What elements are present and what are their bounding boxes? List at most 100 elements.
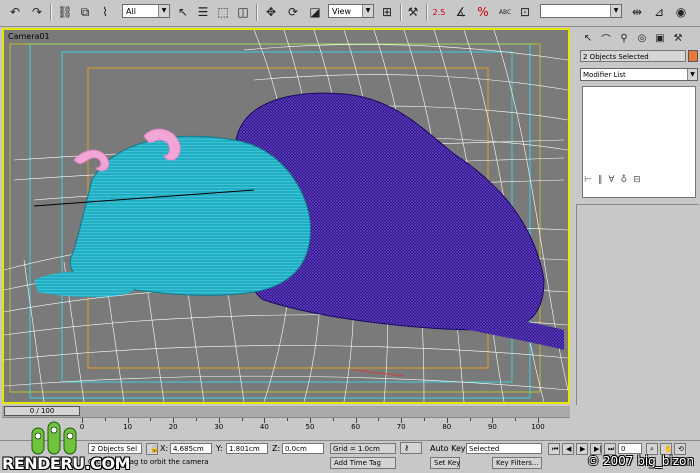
time-slider[interactable]: 0 / 100 bbox=[2, 406, 570, 417]
grid-size-field: Grid = 1.0cm bbox=[330, 443, 396, 454]
toolbar-separator bbox=[256, 4, 258, 21]
remove-modifier-icon[interactable]: ♁ bbox=[621, 175, 628, 189]
named-selection-dropdown[interactable]: ▼ bbox=[540, 4, 622, 18]
z-coordinate-field[interactable]: 0.0cm bbox=[282, 443, 324, 454]
time-slider-thumb[interactable]: 0 / 100 bbox=[4, 406, 80, 416]
y-coordinate-field[interactable]: 1.801cm bbox=[226, 443, 268, 454]
next-frame-icon[interactable]: ▶| bbox=[590, 443, 602, 455]
angle-snap-icon[interactable]: ∡ bbox=[452, 3, 470, 21]
add-time-tag-button[interactable]: Add Time Tag bbox=[330, 457, 396, 469]
select-and-link-icon[interactable]: ⛓ bbox=[56, 3, 74, 21]
main-toolbar: ↶ ↷ ⛓ ⧉ ⌇ All ▼ ↖ ☰ ⬚ ◫ ✥ ⟳ ◪ View ▼ ⊞ ⚒… bbox=[0, 0, 700, 27]
play-icon[interactable]: ▶ bbox=[576, 443, 588, 455]
percent-snap-button[interactable]: % bbox=[474, 3, 492, 21]
selection-count-field: 2 Objects Sel bbox=[88, 443, 142, 454]
timeline-tick-label: 80 bbox=[442, 423, 452, 431]
go-to-start-icon[interactable]: ⏮ bbox=[548, 443, 560, 455]
orbit-icon[interactable]: ⟲ bbox=[674, 443, 686, 455]
show-end-result-icon[interactable]: ‖ bbox=[598, 175, 603, 189]
modify-tab-icon[interactable]: ⌒ bbox=[598, 30, 614, 46]
reference-coordinate-value: View bbox=[332, 7, 351, 16]
select-by-name-icon[interactable]: ☰ bbox=[194, 3, 212, 21]
undo-icon[interactable]: ↶ bbox=[6, 3, 24, 21]
timeline-minor-tick bbox=[515, 418, 517, 421]
red-helper bbox=[353, 369, 405, 377]
mirror-icon[interactable]: ⇹ bbox=[628, 3, 646, 21]
pin-stack-icon[interactable]: ⊢ bbox=[584, 175, 592, 189]
rectangular-selection-icon[interactable]: ⬚ bbox=[214, 3, 232, 21]
z-label: Z: bbox=[272, 444, 281, 453]
material-editor-icon[interactable]: ◉ bbox=[672, 3, 690, 21]
hierarchy-tab-icon[interactable]: ⚲ bbox=[616, 30, 632, 46]
track-bar[interactable]: 0 10 20 30 40 50 60 70 80 90 100 bbox=[2, 417, 570, 440]
x-coordinate-field[interactable]: 4.685cm bbox=[170, 443, 212, 454]
timeline-minor-tick bbox=[469, 418, 471, 421]
command-panel: ↖ ⌒ ⚲ ◎ ▣ ⚒ 2 Objects Selected Modifier … bbox=[574, 28, 700, 405]
unlink-icon[interactable]: ⧉ bbox=[76, 3, 94, 21]
select-and-rotate-icon[interactable]: ⟳ bbox=[284, 3, 302, 21]
timeline-tick-label: 0 bbox=[79, 423, 85, 431]
previous-frame-icon[interactable]: ◀ bbox=[562, 443, 574, 455]
rollout-area bbox=[576, 204, 699, 405]
timeline-tick-label: 50 bbox=[305, 423, 315, 431]
chevron-down-icon: ▼ bbox=[158, 5, 169, 17]
modifier-list-dropdown[interactable]: Modifier List ▼ bbox=[580, 68, 698, 81]
select-and-move-icon[interactable]: ✥ bbox=[262, 3, 280, 21]
set-key-button[interactable]: Set Key bbox=[430, 457, 460, 469]
pan-icon[interactable]: ✋ bbox=[660, 443, 673, 455]
edit-named-selection-icon[interactable]: ⊡ bbox=[516, 3, 534, 21]
zoom-icon[interactable]: ⌕ bbox=[646, 443, 658, 455]
select-and-scale-icon[interactable]: ◪ bbox=[306, 3, 324, 21]
chevron-down-icon: ▼ bbox=[610, 5, 621, 17]
percent-snap-label: % bbox=[477, 5, 489, 19]
chevron-down-icon: ▼ bbox=[362, 5, 373, 17]
timeline-tick-label: 60 bbox=[351, 423, 361, 431]
configure-sets-icon[interactable]: ⊟ bbox=[633, 175, 641, 189]
timeline-tick-label: 20 bbox=[168, 423, 178, 431]
toolbar-separator bbox=[50, 4, 52, 21]
go-to-end-icon[interactable]: ⏭ bbox=[604, 443, 616, 455]
key-filters-button[interactable]: Key Filters... bbox=[492, 457, 542, 469]
utilities-tab-icon[interactable]: ⚒ bbox=[670, 30, 686, 46]
window-crossing-icon[interactable]: ◫ bbox=[234, 3, 252, 21]
chevron-down-icon: ▼ bbox=[687, 69, 697, 80]
modifier-list-label: Modifier List bbox=[583, 71, 626, 79]
create-tab-icon[interactable]: ↖ bbox=[580, 30, 596, 46]
timeline-tick-label: 30 bbox=[214, 423, 224, 431]
motion-tab-icon[interactable]: ◎ bbox=[634, 30, 650, 46]
status-bar: 2 Objects Sel 🔒 X: 4.685cm Y: 1.801cm Z:… bbox=[0, 440, 700, 473]
auto-key-button[interactable]: Auto Key bbox=[430, 443, 466, 454]
timeline-tick-label: 40 bbox=[259, 423, 269, 431]
timeline-tick-label: 90 bbox=[487, 423, 497, 431]
toolbar-separator bbox=[426, 4, 428, 21]
selection-filter-value: All bbox=[126, 7, 136, 16]
x-label: X: bbox=[160, 444, 169, 453]
align-icon[interactable]: ⊿ bbox=[650, 3, 668, 21]
key-icon[interactable]: ⚷ bbox=[400, 442, 422, 454]
display-tab-icon[interactable]: ▣ bbox=[652, 30, 668, 46]
selection-filter-dropdown[interactable]: All ▼ bbox=[122, 4, 170, 18]
timeline-minor-tick bbox=[241, 418, 243, 421]
spinner-snap-button[interactable]: ABC bbox=[496, 3, 514, 21]
selection-info-field[interactable]: 2 Objects Selected bbox=[580, 50, 686, 62]
timeline-minor-tick bbox=[196, 418, 197, 421]
bind-space-warp-icon[interactable]: ⌇ bbox=[96, 3, 114, 21]
snaps-toggle-button[interactable]: 2.5 bbox=[430, 3, 448, 21]
use-pivot-center-icon[interactable]: ⊞ bbox=[378, 3, 396, 21]
spinner-snap-label: ABC bbox=[498, 8, 512, 16]
timeline-minor-tick bbox=[424, 418, 425, 421]
timeline-tick-label: 70 bbox=[396, 423, 406, 431]
select-object-icon[interactable]: ↖ bbox=[174, 3, 192, 21]
select-and-manipulate-icon[interactable]: ⚒ bbox=[404, 3, 422, 21]
redo-icon[interactable]: ↷ bbox=[28, 3, 46, 21]
current-frame-field[interactable]: 0 bbox=[618, 443, 642, 454]
object-color-swatch[interactable] bbox=[688, 50, 698, 62]
camera-viewport[interactable]: Camera01 bbox=[2, 28, 570, 404]
timeline-tick-label: 10 bbox=[123, 423, 133, 431]
lock-selection-icon[interactable]: 🔒 bbox=[146, 443, 159, 455]
make-unique-icon[interactable]: ∀ bbox=[608, 175, 614, 189]
viewport-label[interactable]: Camera01 bbox=[8, 32, 50, 41]
snap-label: 2.5 bbox=[432, 7, 446, 17]
auto-key-mode-dropdown[interactable]: Selected bbox=[466, 443, 542, 454]
reference-coordinate-dropdown[interactable]: View ▼ bbox=[328, 4, 374, 18]
